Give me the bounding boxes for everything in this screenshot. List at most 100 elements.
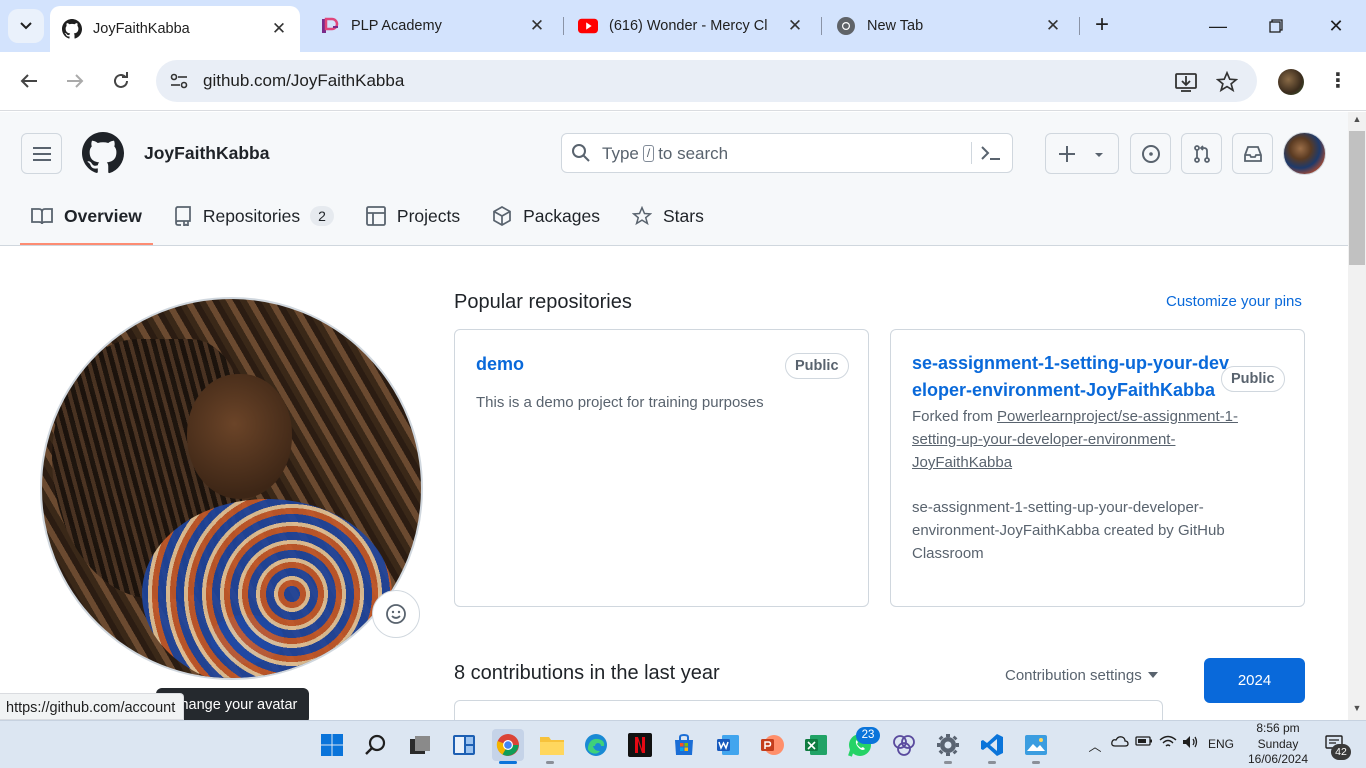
language-indicator[interactable]: ENG [1205, 737, 1237, 751]
avatar-photo-detail [142, 499, 392, 678]
issues-icon[interactable] [1130, 133, 1171, 174]
forked-from-link[interactable]: JoyFaithKabba [912, 454, 1012, 471]
repo-icon [174, 206, 191, 226]
plp-icon [320, 16, 340, 36]
github-icon [62, 19, 82, 39]
restore-icon[interactable] [1256, 12, 1296, 40]
inbox-icon[interactable] [1232, 133, 1273, 174]
reload-icon[interactable] [106, 66, 136, 96]
tab-packages[interactable]: Packages [481, 197, 611, 235]
windows-start-icon[interactable] [316, 729, 348, 761]
caret-down-icon [1147, 672, 1158, 678]
app-running-indicator [1032, 761, 1040, 764]
repositories-count-badge: 2 [310, 206, 334, 226]
scroll-down-arrow-icon[interactable]: ▼ [1350, 703, 1364, 717]
excel-icon[interactable] [800, 729, 832, 761]
create-new-button[interactable] [1045, 133, 1119, 174]
forked-from-link[interactable]: Powerlearnproject/se-assignment-1- [997, 408, 1238, 425]
pull-requests-icon[interactable] [1181, 133, 1222, 174]
chrome-menu-icon[interactable]: ⋮ [1326, 66, 1350, 96]
vscode-icon[interactable] [976, 729, 1008, 761]
powerpoint-icon[interactable] [756, 729, 788, 761]
clock-date[interactable]: 8:56 pm Sunday 16/06/2024 [1240, 721, 1316, 768]
tab-title: New Tab [867, 18, 924, 34]
forward-arrow-icon[interactable] [60, 66, 90, 96]
battery-icon[interactable] [1135, 735, 1153, 750]
avatar-photo-detail [187, 374, 292, 499]
edge-icon[interactable] [580, 729, 612, 761]
close-tab-icon[interactable]: ✕ [270, 19, 288, 39]
tab-new-tab[interactable]: New Tab ✕ [824, 8, 1074, 44]
hamburger-menu-icon[interactable] [21, 133, 62, 174]
notification-count-badge: 42 [1331, 744, 1351, 760]
public-badge: Public [785, 353, 849, 379]
site-info-icon[interactable] [164, 66, 194, 96]
tab-search-chevron-icon[interactable] [8, 9, 44, 43]
search-icon[interactable] [360, 729, 392, 761]
tab-title: PLP Academy [351, 18, 442, 34]
table-icon [366, 206, 386, 226]
new-tab-plus-icon[interactable]: + [1090, 12, 1114, 40]
tray-overflow-chevron-icon[interactable]: ︿ [1088, 736, 1102, 755]
repo-link-demo[interactable]: demo [476, 351, 524, 378]
tab-projects[interactable]: Projects [355, 197, 471, 235]
minimize-icon[interactable]: — [1198, 12, 1238, 40]
github-logo-icon[interactable] [82, 132, 125, 174]
tab-repositories[interactable]: Repositories 2 [163, 197, 345, 235]
widgets-icon[interactable] [448, 729, 480, 761]
search-input[interactable]: Type / to search [561, 133, 1013, 173]
file-explorer-icon[interactable] [536, 729, 568, 761]
package-icon [493, 206, 511, 226]
tab-joyfaithkabba[interactable]: JoyFaithKabba ✕ [50, 6, 300, 52]
forked-from-link[interactable]: setting-up-your-developer-environment- [912, 431, 1175, 448]
tab-separator [821, 17, 822, 35]
close-window-icon[interactable]: ✕ [1316, 12, 1356, 40]
browser-tab-strip: JoyFaithKabba ✕ PLP Academy ✕ (616) Wond… [0, 0, 1366, 52]
url-text[interactable]: github.com/JoyFaithKabba [203, 71, 404, 91]
scrollbar-thumb[interactable] [1349, 131, 1365, 265]
netflix-icon[interactable] [624, 729, 656, 761]
public-badge: Public [1221, 366, 1285, 392]
onedrive-cloud-icon[interactable] [1111, 735, 1129, 750]
close-tab-icon[interactable]: ✕ [528, 16, 546, 36]
tab-separator [563, 17, 564, 35]
tab-plp-academy[interactable]: PLP Academy ✕ [308, 8, 558, 44]
volume-icon[interactable] [1182, 735, 1200, 752]
command-palette-icon[interactable] [980, 143, 1002, 168]
word-icon[interactable] [712, 729, 744, 761]
photos-icon[interactable] [1020, 729, 1052, 761]
copilot-icon[interactable] [888, 729, 920, 761]
book-icon [31, 208, 53, 225]
scroll-up-arrow-icon[interactable]: ▲ [1350, 114, 1364, 128]
profile-nav: Overview Repositories 2 Projects Package… [20, 197, 725, 245]
tab-overview[interactable]: Overview [20, 197, 153, 245]
year-2024-button[interactable]: 2024 [1204, 658, 1305, 703]
link-status-bar: https://github.com/account [0, 693, 185, 720]
repo-card-demo: demo Public This is a demo project for t… [454, 329, 869, 607]
tab-youtube[interactable]: (616) Wonder - Mercy Cl ✕ [566, 8, 816, 44]
chrome-profile-avatar[interactable] [1278, 69, 1304, 95]
close-tab-icon[interactable]: ✕ [786, 16, 804, 36]
settings-gear-icon[interactable] [932, 729, 964, 761]
customize-pins-link[interactable]: Customize your pins [1166, 293, 1302, 310]
tab-stars[interactable]: Stars [621, 197, 715, 235]
contributions-heading: 8 contributions in the last year [454, 662, 720, 684]
contribution-settings-dropdown[interactable]: Contribution settings [1005, 667, 1158, 684]
address-bar[interactable]: github.com/JoyFaithKabba [156, 60, 1257, 102]
tab-title: (616) Wonder - Mercy Cl [609, 18, 768, 34]
wifi-icon[interactable] [1159, 735, 1177, 752]
close-tab-icon[interactable]: ✕ [1044, 16, 1062, 36]
bookmark-star-icon[interactable] [1215, 70, 1239, 94]
search-placeholder: Type / to search [602, 144, 729, 163]
back-arrow-icon[interactable] [14, 66, 44, 96]
install-app-icon[interactable] [1174, 70, 1198, 94]
header-username[interactable]: JoyFaithKabba [144, 143, 269, 164]
set-status-smiley-icon[interactable] [372, 590, 420, 638]
microsoft-store-icon[interactable] [668, 729, 700, 761]
user-avatar[interactable] [1283, 132, 1326, 175]
star-icon [631, 206, 652, 226]
repo-link-se-assignment[interactable]: se-assignment-1-setting-up-your-dev elop… [912, 350, 1229, 404]
task-view-icon[interactable] [404, 729, 436, 761]
chrome-taskbar-icon[interactable] [492, 729, 524, 761]
profile-avatar-large[interactable] [40, 297, 423, 680]
